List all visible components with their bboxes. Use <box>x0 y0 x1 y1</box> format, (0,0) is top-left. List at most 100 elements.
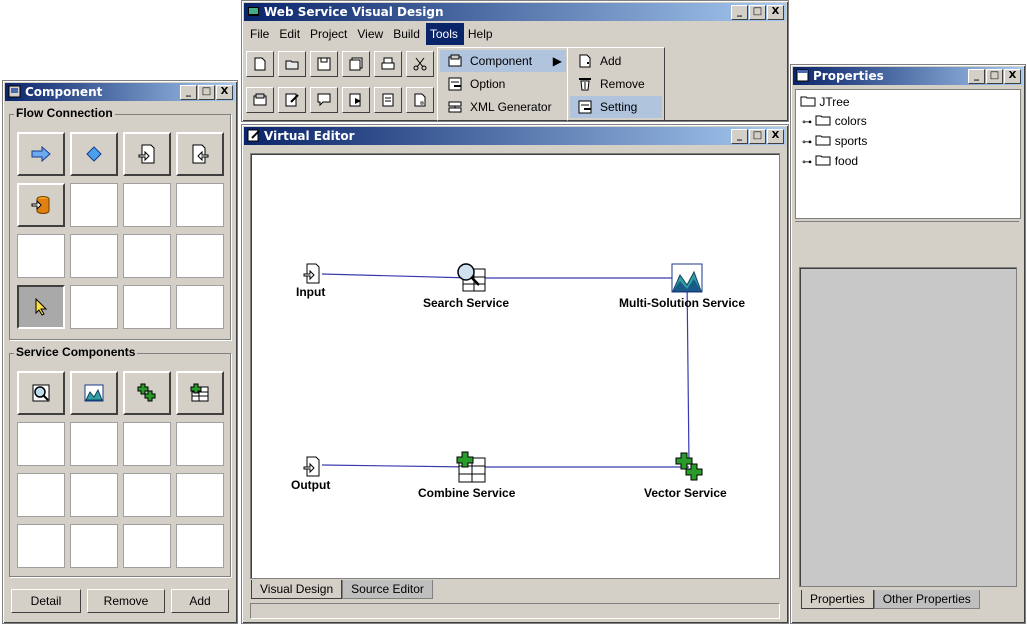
add-button[interactable]: Add <box>171 589 229 613</box>
pointer-tool[interactable] <box>17 285 65 329</box>
empty-cell[interactable] <box>176 524 224 568</box>
maximize-button[interactable]: □ <box>749 5 766 20</box>
menu-item-xml-generator[interactable]: XML Generator <box>440 96 566 118</box>
properties-tree[interactable]: JTree ⊶ colors ⊶ sports ⊶ food <box>795 89 1021 219</box>
menu-tools[interactable]: Tools <box>425 23 464 45</box>
empty-cell[interactable] <box>70 422 118 466</box>
save-all-button[interactable] <box>342 51 370 77</box>
toolbar-row-2 <box>246 87 434 117</box>
menu-view[interactable]: View <box>353 23 389 45</box>
open-button[interactable] <box>278 51 306 77</box>
run-tool-button[interactable] <box>342 87 370 113</box>
close-button[interactable]: X <box>767 5 784 20</box>
search-service-tool[interactable] <box>17 371 65 415</box>
minimize-button[interactable]: _ <box>968 69 985 84</box>
save-button[interactable] <box>310 51 338 77</box>
output-node-icon[interactable] <box>303 456 323 478</box>
empty-cell[interactable] <box>17 234 65 278</box>
empty-cell[interactable] <box>70 234 118 278</box>
empty-cell[interactable] <box>17 524 65 568</box>
import-tool[interactable] <box>123 132 171 176</box>
maximize-button[interactable]: □ <box>749 129 766 144</box>
detail-button[interactable]: Detail <box>11 589 81 613</box>
database-import-tool[interactable] <box>17 183 65 227</box>
minimize-button[interactable]: _ <box>180 85 197 100</box>
component-titlebar[interactable]: Component _ □ X <box>5 83 235 101</box>
component-tool-button[interactable] <box>246 87 274 113</box>
cut-button[interactable] <box>406 51 434 77</box>
empty-cell[interactable] <box>123 234 171 278</box>
close-button[interactable]: X <box>767 129 784 144</box>
tree-item-sports[interactable]: ⊶ sports <box>802 132 867 150</box>
print-button[interactable] <box>374 51 402 77</box>
close-button[interactable]: X <box>1004 69 1021 84</box>
tab-visual-design[interactable]: Visual Design <box>251 580 343 599</box>
menu-build[interactable]: Build <box>389 23 426 45</box>
decision-tool[interactable] <box>70 132 118 176</box>
empty-cell[interactable] <box>70 524 118 568</box>
expand-toggle-icon[interactable]: ⊶ <box>802 117 812 128</box>
empty-cell[interactable] <box>123 183 171 227</box>
tree-item-colors[interactable]: ⊶ colors <box>802 112 867 130</box>
vector-service-node-label: Vector Service <box>644 486 727 500</box>
expand-toggle-icon[interactable]: ⊶ <box>802 157 812 168</box>
submenu-item-add[interactable]: Add <box>570 50 662 72</box>
empty-cell[interactable] <box>176 473 224 517</box>
empty-cell[interactable] <box>17 422 65 466</box>
vector-service-tool[interactable] <box>123 371 171 415</box>
empty-cell[interactable] <box>123 285 171 329</box>
component-window: Component _ □ X Flow Connection Service … <box>2 80 238 624</box>
empty-cell[interactable] <box>176 183 224 227</box>
tab-other-properties[interactable]: Other Properties <box>873 590 980 609</box>
edit-tool-button[interactable] <box>278 87 306 113</box>
search-service-node-icon[interactable] <box>455 261 487 293</box>
menu-project[interactable]: Project <box>306 23 353 45</box>
multi-solution-node-icon[interactable] <box>671 263 703 293</box>
empty-cell[interactable] <box>176 285 224 329</box>
main-titlebar[interactable]: Web Service Visual Design _ □ X <box>244 3 786 21</box>
tree-root[interactable]: JTree <box>800 93 850 111</box>
empty-cell[interactable] <box>176 422 224 466</box>
properties-panel <box>799 267 1017 587</box>
remove-button[interactable]: Remove <box>87 589 165 613</box>
comment-tool-button[interactable] <box>310 87 338 113</box>
combine-service-tool[interactable] <box>176 371 224 415</box>
tree-item-food[interactable]: ⊶ food <box>802 152 858 170</box>
tab-properties[interactable]: Properties <box>801 590 874 609</box>
menu-help[interactable]: Help <box>464 23 499 45</box>
design-canvas[interactable]: Input Search Service Multi-Solution Serv… <box>250 153 780 579</box>
arrow-right-tool[interactable] <box>17 132 65 176</box>
submenu-item-remove[interactable]: Remove <box>570 73 662 95</box>
new-button[interactable] <box>246 51 274 77</box>
empty-cell[interactable] <box>70 473 118 517</box>
vector-service-node-icon[interactable] <box>675 452 705 482</box>
maximize-button[interactable]: □ <box>986 69 1003 84</box>
menu-file[interactable]: File <box>246 23 275 45</box>
menu-edit[interactable]: Edit <box>275 23 306 45</box>
save-all-icon <box>349 57 363 71</box>
tab-source-editor[interactable]: Source Editor <box>342 580 433 599</box>
expand-toggle-icon[interactable]: ⊶ <box>802 137 812 148</box>
menu-item-option[interactable]: Option <box>440 73 566 95</box>
export-tool[interactable] <box>176 132 224 176</box>
empty-cell[interactable] <box>123 473 171 517</box>
maximize-button[interactable]: □ <box>198 85 215 100</box>
multi-solution-tool[interactable] <box>70 371 118 415</box>
empty-cell[interactable] <box>176 234 224 278</box>
empty-cell[interactable] <box>70 183 118 227</box>
virtual-editor-titlebar[interactable]: Virtual Editor _ □ X <box>244 127 786 145</box>
empty-cell[interactable] <box>17 473 65 517</box>
minimize-button[interactable]: _ <box>731 5 748 20</box>
properties-titlebar[interactable]: Properties _ □ X <box>793 67 1023 85</box>
empty-cell[interactable] <box>123 422 171 466</box>
empty-cell[interactable] <box>123 524 171 568</box>
menu-item-component[interactable]: Component ▶ <box>440 50 566 72</box>
input-node-icon[interactable] <box>303 263 323 285</box>
document-tool-button[interactable] <box>374 87 402 113</box>
close-button[interactable]: X <box>216 85 233 100</box>
empty-cell[interactable] <box>70 285 118 329</box>
combine-service-node-icon[interactable] <box>455 451 487 483</box>
minimize-button[interactable]: _ <box>731 129 748 144</box>
submenu-item-setting[interactable]: Setting <box>570 96 662 118</box>
settings-tool-button[interactable] <box>406 87 434 113</box>
